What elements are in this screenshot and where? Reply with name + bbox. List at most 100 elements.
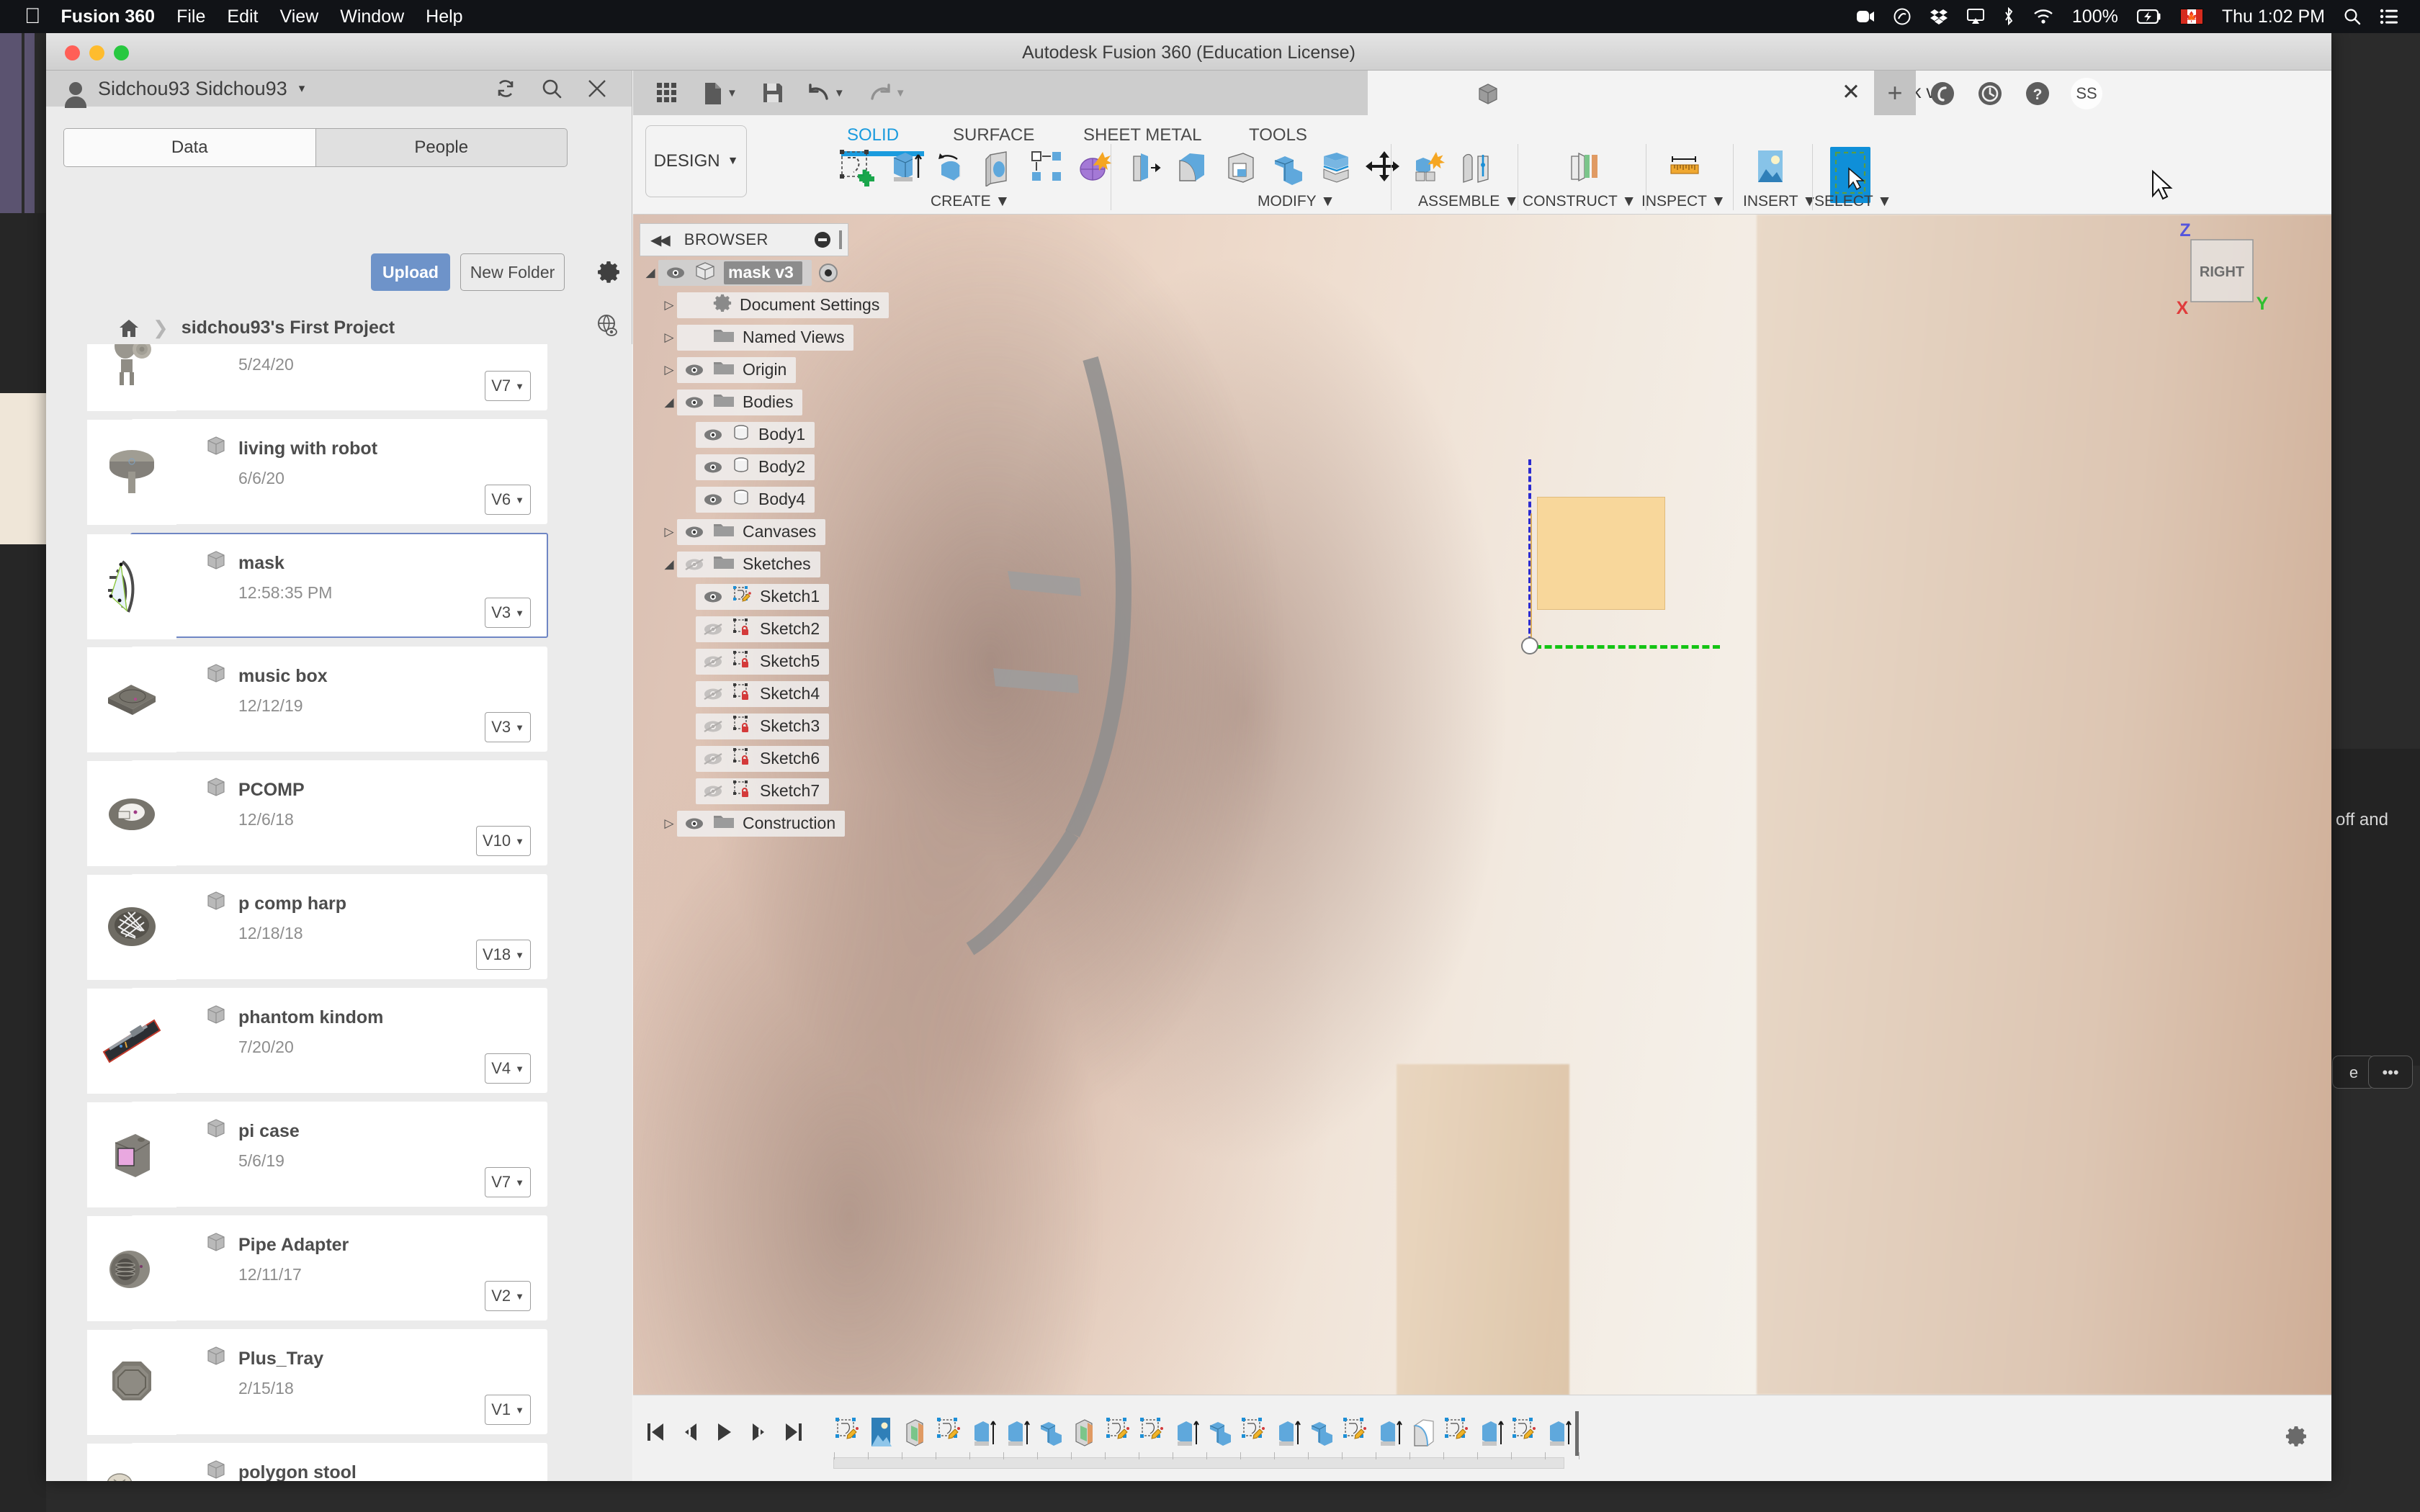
ribbon-tab-tools[interactable]: TOOLS — [1249, 125, 1307, 145]
airplay-icon[interactable] — [1966, 9, 1984, 24]
collapse-caret-icon[interactable]: ▷ — [661, 816, 677, 831]
ribbon-group-modify-label[interactable]: MODIFY ▼ — [1258, 193, 1335, 210]
tab-data[interactable]: Data — [64, 129, 315, 166]
joint-icon[interactable] — [1456, 147, 1496, 187]
gear-icon[interactable] — [597, 261, 620, 284]
browser-tree-item-content[interactable]: Sketches — [677, 551, 820, 577]
expand-caret-icon[interactable]: ◢ — [661, 557, 677, 572]
fillet-icon[interactable] — [1173, 147, 1214, 187]
form-icon[interactable] — [1075, 147, 1115, 187]
version-chip[interactable]: V7 ▼ — [485, 371, 531, 401]
file-list[interactable]: living with robot 5/24/20 V7 ▼ living wit… — [46, 344, 632, 1481]
visibility-eye-icon[interactable] — [684, 363, 705, 377]
insert-canvas-icon[interactable] — [1752, 147, 1792, 187]
move-copy-icon[interactable] — [1363, 147, 1404, 187]
split-face-icon[interactable] — [1316, 147, 1356, 187]
browser-tree-item[interactable]: Sketch3 — [640, 710, 848, 742]
browser-tree-item-content[interactable]: Named Views — [677, 324, 854, 351]
browser-tree-item-content[interactable]: Body1 — [696, 421, 815, 448]
timeline-feature-item[interactable] — [1307, 1416, 1336, 1450]
timeline-feature-item[interactable] — [1206, 1416, 1234, 1450]
ribbon-group-insert-label[interactable]: INSERT ▼ — [1743, 193, 1817, 210]
ribbon-group-create-label[interactable]: CREATE ▼ — [931, 193, 1010, 210]
timeline-feature-item[interactable] — [1070, 1416, 1099, 1450]
browser-tree-item[interactable]: Sketch2 — [640, 613, 848, 645]
data-panel-user-name[interactable]: Sidchou93 Sidchou93 — [98, 78, 287, 100]
panel-resize-grip[interactable] — [839, 230, 842, 249]
collapse-caret-icon[interactable]: ▷ — [661, 525, 677, 539]
combine-icon[interactable] — [1268, 147, 1309, 187]
timeline-feature-item[interactable] — [833, 1416, 862, 1450]
browser-tree-item[interactable]: ◢ mask v3 — [640, 256, 848, 289]
ribbon-group-assemble-label[interactable]: ASSEMBLE ▼ — [1418, 193, 1519, 210]
create-sketch-icon[interactable] — [837, 147, 877, 187]
collapse-left-icon[interactable]: ◀◀ — [650, 231, 671, 249]
avatar[interactable]: SS — [2071, 78, 2102, 109]
collapse-caret-icon[interactable]: ▷ — [661, 298, 677, 312]
timeline-feature-item[interactable] — [867, 1416, 896, 1450]
browser-tree-item-content[interactable]: Document Settings — [677, 292, 889, 318]
visibility-eye-icon[interactable] — [684, 395, 705, 410]
extensions-icon[interactable] — [1930, 81, 1955, 107]
browser-tree-item[interactable]: Sketch5 — [640, 645, 848, 678]
visibility-eye-icon[interactable] — [702, 752, 724, 766]
browser-tree-item-content[interactable]: Sketch1 — [696, 583, 830, 610]
browser-tree-item[interactable]: Sketch7 — [640, 775, 848, 807]
timeline-feature-item[interactable] — [1443, 1416, 1471, 1450]
document-tab-close-icon[interactable]: ✕ — [1842, 79, 1860, 105]
spotlight-search-icon[interactable] — [2344, 8, 2361, 25]
zoom-icon[interactable] — [1856, 9, 1875, 24]
offset-plane-icon[interactable] — [1564, 147, 1604, 187]
menu-help[interactable]: Help — [426, 6, 462, 27]
activate-component-radio[interactable] — [818, 263, 838, 282]
close-icon[interactable] — [587, 78, 607, 99]
breadcrumb-project-name[interactable]: sidchou93's First Project — [182, 318, 395, 338]
timeline-feature-item[interactable] — [969, 1416, 998, 1450]
play-icon[interactable] — [715, 1421, 734, 1443]
browser-tree-item-content[interactable]: Sketch4 — [696, 680, 830, 707]
file-list-item[interactable]: living with robot 5/24/20 V7 ▼ — [87, 344, 547, 411]
browser-tree-item-content[interactable]: Origin — [677, 356, 797, 383]
browser-tree-item[interactable]: ▷ Construction — [640, 807, 848, 840]
new-component-icon[interactable] — [1408, 147, 1448, 187]
file-list-item[interactable]: Pipe Adapter 12/11/17 V2 ▼ — [87, 1215, 547, 1321]
browser-tree-item[interactable]: Sketch4 — [640, 678, 848, 710]
wifi-icon[interactable] — [2033, 9, 2053, 24]
shell-icon[interactable] — [1221, 147, 1261, 187]
browser-tree-item[interactable]: ▷ Canvases — [640, 516, 848, 548]
browser-tree-item[interactable]: Sketch6 — [640, 742, 848, 775]
search-icon[interactable] — [541, 78, 563, 99]
go-to-start-icon[interactable] — [646, 1421, 665, 1443]
version-chip[interactable]: V1 ▼ — [485, 1395, 531, 1425]
revolve-icon[interactable] — [932, 147, 972, 187]
ribbon-tab-sheet-metal[interactable]: SHEET METAL — [1083, 125, 1201, 145]
file-list-item[interactable]: p comp harp 12/18/18 V18 ▼ — [87, 874, 547, 980]
apple-logo-icon[interactable]:  — [24, 6, 41, 27]
refresh-icon[interactable] — [495, 78, 516, 99]
upload-button[interactable]: Upload — [371, 253, 450, 291]
menu-window[interactable]: Window — [340, 6, 404, 27]
visibility-eye-icon[interactable] — [702, 428, 724, 442]
globe-visibility-icon[interactable] — [597, 314, 619, 337]
visibility-eye-icon[interactable] — [702, 719, 724, 734]
file-list-item[interactable]: PCOMP 12/6/18 V10 ▼ — [87, 760, 547, 866]
browser-tree-item-content[interactable]: Body4 — [696, 486, 815, 513]
measure-icon[interactable] — [1666, 147, 1706, 187]
menu-file[interactable]: File — [176, 6, 205, 27]
timeline-end-marker[interactable] — [1575, 1411, 1579, 1456]
step-back-icon[interactable] — [681, 1421, 699, 1443]
view-cube[interactable]: RIGHT Z X Y — [2157, 222, 2301, 323]
add-tab-button[interactable]: + — [1874, 71, 1916, 115]
browser-tree-item[interactable]: Body2 — [640, 451, 848, 483]
timeline-feature-item[interactable] — [1003, 1416, 1031, 1450]
file-list-item-selected[interactable]: mask 12:58:35 PM V3 ▼ — [87, 533, 548, 639]
timeline-feature-item[interactable] — [1375, 1416, 1404, 1450]
browser-tree-item[interactable]: ▷ Named Views — [640, 321, 854, 354]
new-folder-button[interactable]: New Folder — [460, 253, 565, 291]
visibility-eye-icon[interactable] — [684, 816, 705, 831]
sweep-icon[interactable] — [980, 147, 1020, 187]
ribbon-group-select-label[interactable]: SELECT ▼ — [1814, 193, 1892, 210]
browser-tree-item-content[interactable]: Sketch3 — [696, 713, 830, 739]
version-chip[interactable]: V3 ▼ — [485, 598, 531, 628]
version-chip[interactable]: V4 ▼ — [485, 1053, 531, 1084]
